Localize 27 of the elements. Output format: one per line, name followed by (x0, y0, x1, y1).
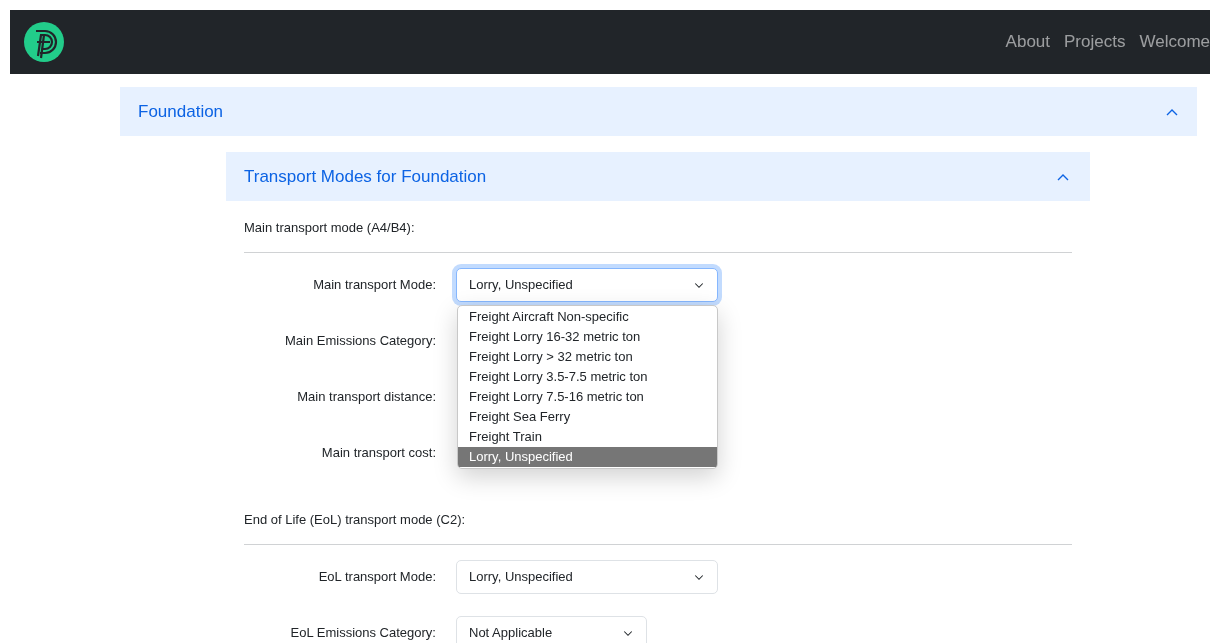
select-field[interactable]: Lorry, Unspecified (456, 560, 718, 594)
dropdown-option[interactable]: Freight Lorry > 32 metric ton (458, 347, 717, 367)
nav-link[interactable]: Projects (1064, 29, 1126, 55)
dropdown-option[interactable]: Freight Lorry 16-32 metric ton (458, 327, 717, 347)
dropdown-option[interactable]: Freight Lorry 7.5-16 metric ton (458, 387, 717, 407)
accordion-title: Foundation (138, 100, 224, 123)
dropdown-option[interactable]: Lorry, Unspecified (458, 447, 717, 467)
nav-link[interactable]: Welcome (1139, 29, 1210, 55)
dropdown-option[interactable]: Freight Sea Ferry (458, 407, 717, 427)
field-label: Main transport distance: (296, 388, 436, 407)
logo-icon (24, 22, 64, 62)
nav-link[interactable]: About (1005, 29, 1051, 55)
accordion-header[interactable]: Foundation (120, 87, 1197, 136)
field-label: Main transport Mode: (312, 276, 436, 295)
dropdown-option[interactable]: Freight Train (458, 427, 717, 447)
field-label: Main Emissions Category: (284, 332, 436, 351)
dropdown-option[interactable]: Freight Lorry 3.5-7.5 metric ton (458, 367, 717, 387)
accordion-header[interactable]: Transport Modes for Foundation (226, 152, 1090, 201)
field-label: EoL transport Mode: (317, 568, 436, 587)
section-heading: Main transport mode (A4/B4): (244, 219, 416, 237)
select-field[interactable]: Lorry, Unspecified (456, 268, 718, 302)
field-label: EoL Emissions Category: (289, 624, 436, 643)
section-heading: End of Life (EoL) transport mode (C2): (244, 511, 467, 529)
field-label: Main transport cost: (320, 444, 436, 463)
accordion-title: Transport Modes for Foundation (244, 165, 487, 188)
select-field[interactable]: Not Applicable (456, 616, 647, 643)
dropdown-option[interactable]: Freight Aircraft Non-specific (458, 307, 717, 327)
